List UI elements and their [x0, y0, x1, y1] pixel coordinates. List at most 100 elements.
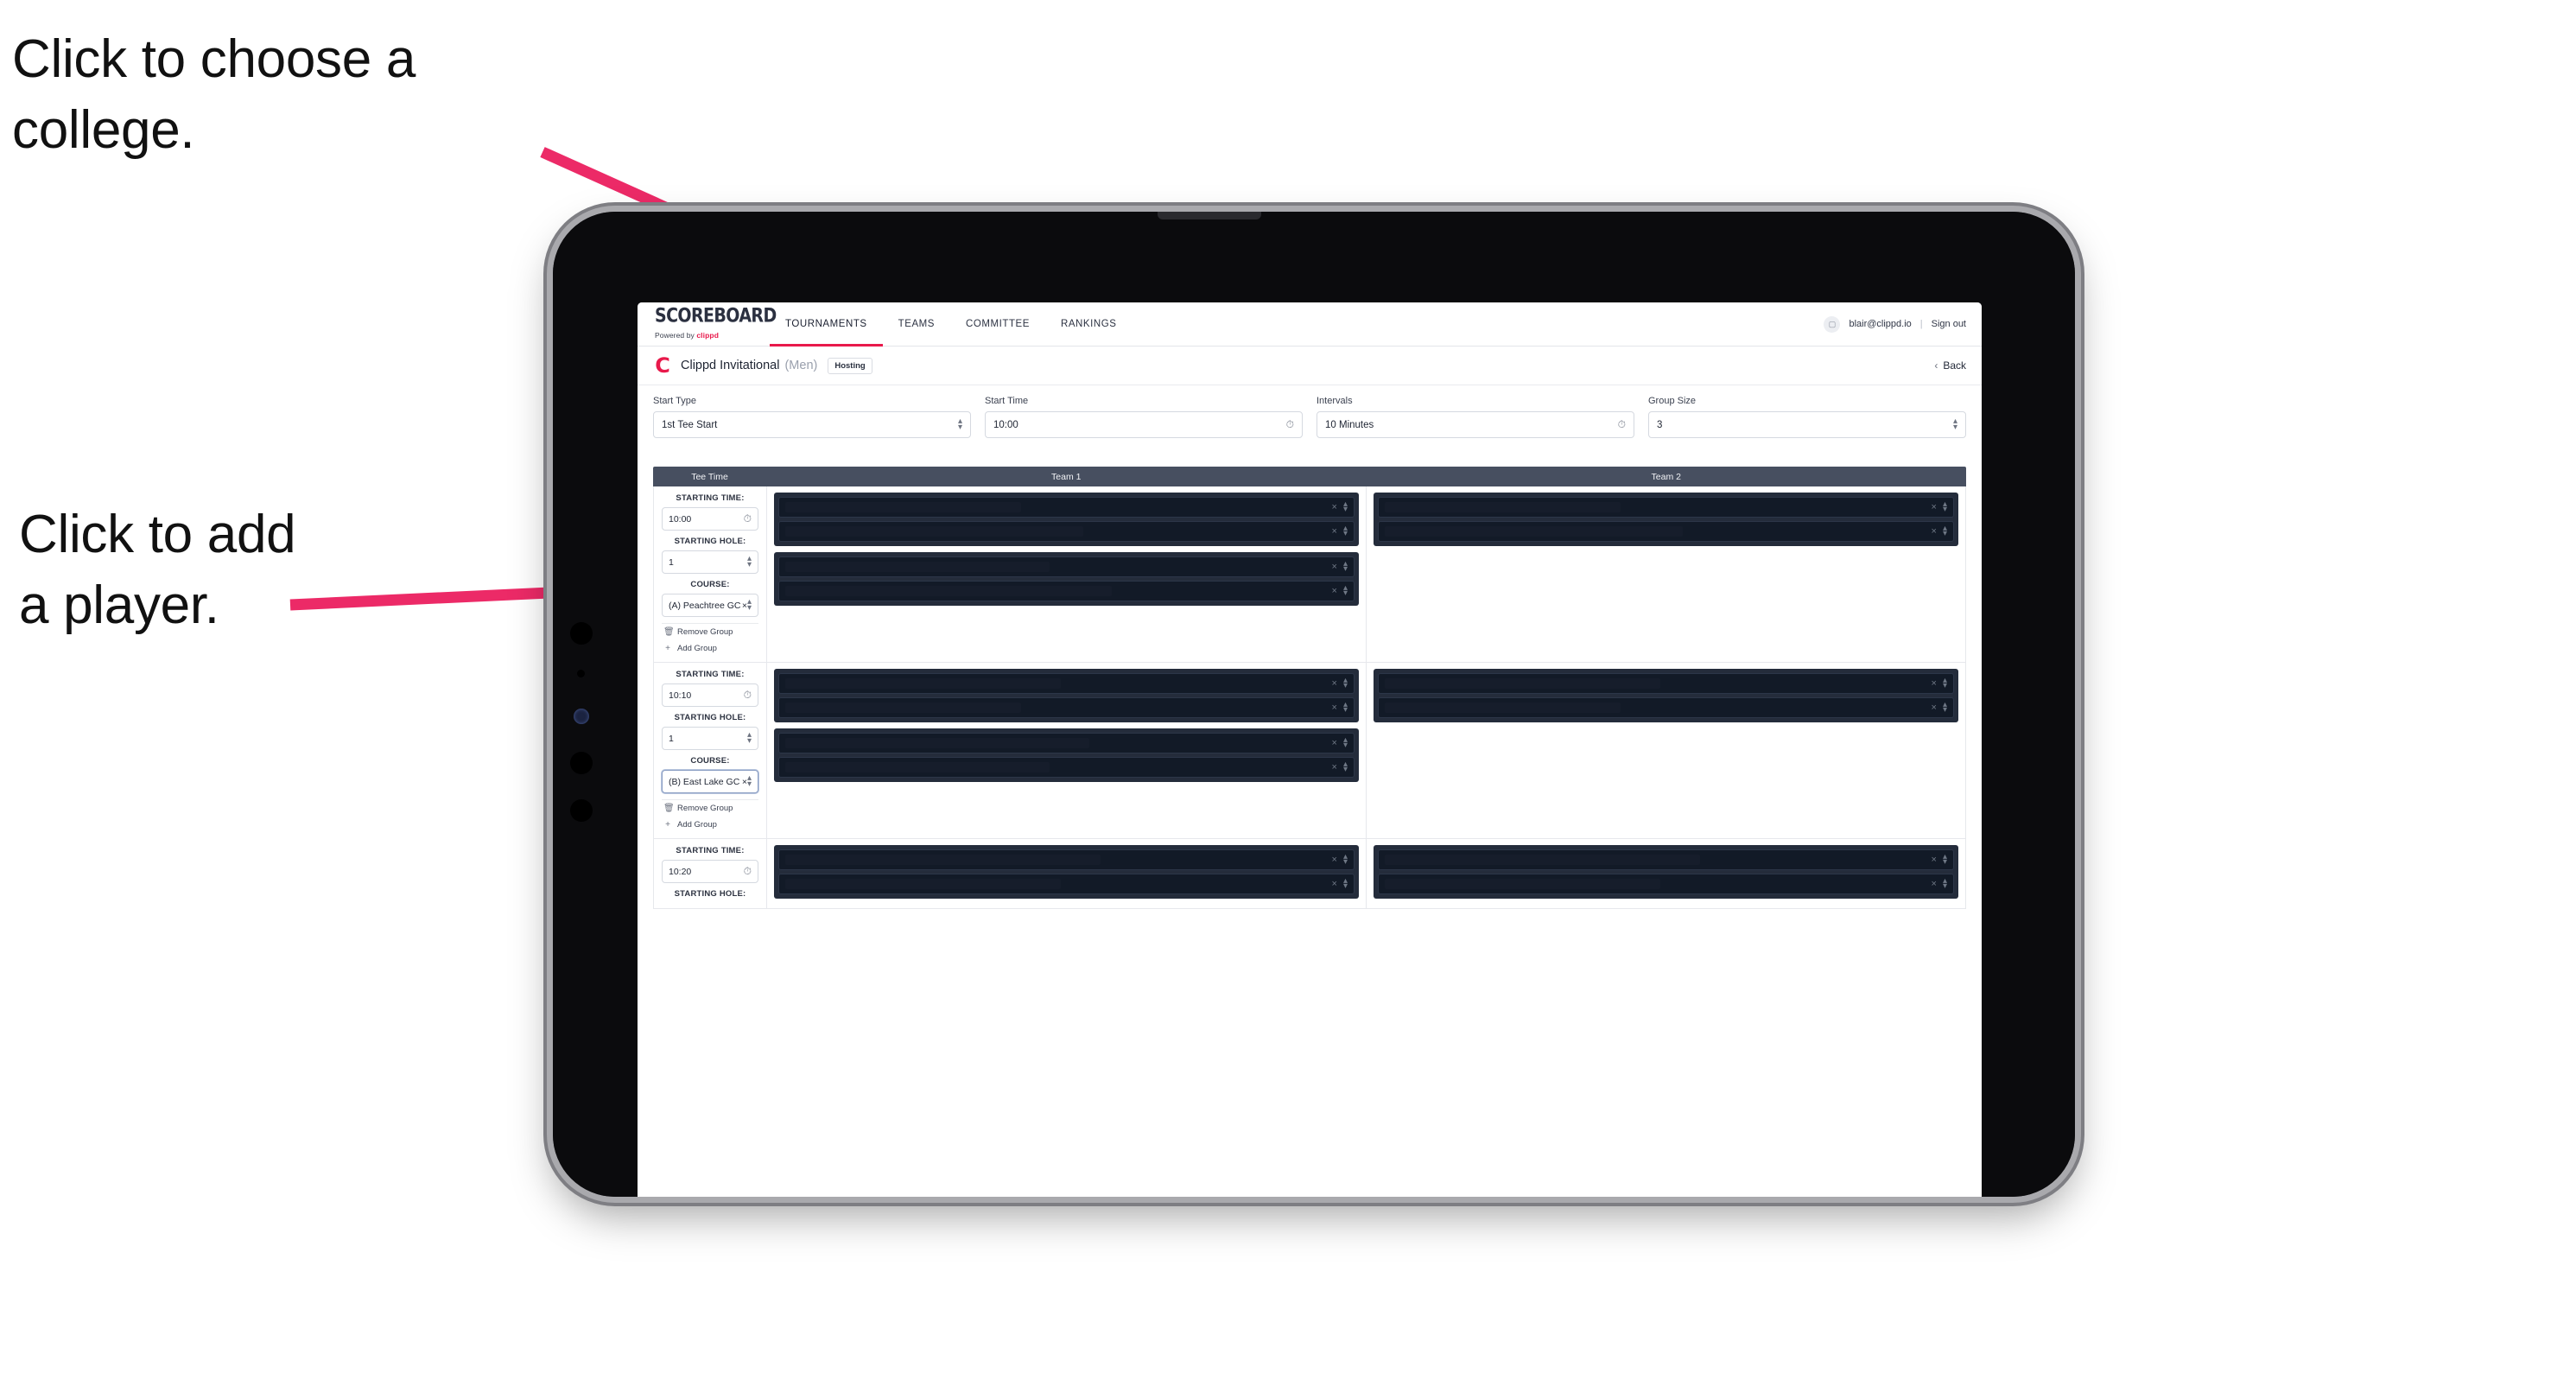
- intervals-input[interactable]: 10 Minutes ⏱: [1317, 411, 1634, 438]
- redacted-player-name: [1385, 879, 1660, 889]
- stepper-icon[interactable]: ▴ ▾: [1343, 524, 1348, 538]
- player-slot[interactable]: × ▴ ▾: [778, 733, 1355, 753]
- stepper-icon[interactable]: ▴ ▾: [1943, 499, 1947, 514]
- starting-time-input[interactable]: 10:10 ⏱: [662, 683, 758, 707]
- brand-subtitle: Powered by clippd: [655, 331, 754, 340]
- user-avatar-icon[interactable]: ▢: [1824, 315, 1841, 333]
- table-header-row: Tee Time Team 1 Team 2: [653, 467, 1966, 486]
- stepper-icon[interactable]: ▴ ▾: [1343, 499, 1348, 514]
- stepper-icon[interactable]: ▴ ▾: [747, 598, 752, 613]
- stepper-icon[interactable]: ▴ ▾: [1343, 700, 1348, 715]
- annotation-add-player: Click to add a player.: [19, 505, 296, 635]
- stepper-icon[interactable]: ▴ ▾: [747, 774, 752, 789]
- stepper-icon[interactable]: ▴ ▾: [1343, 559, 1348, 574]
- player-slot[interactable]: × ▴ ▾: [1378, 673, 1954, 694]
- course-select[interactable]: (B) East Lake GC × ▴ ▾: [662, 770, 758, 793]
- start-type-select[interactable]: 1st Tee Start ▴ ▾: [653, 411, 971, 438]
- stepper-icon[interactable]: ▴ ▾: [1343, 583, 1348, 598]
- starting-hole-input[interactable]: 1 ▴ ▾: [662, 550, 758, 574]
- clear-player-icon[interactable]: ×: [1932, 678, 1937, 689]
- starting-time-input[interactable]: 10:00 ⏱: [662, 507, 758, 531]
- player-slot[interactable]: × ▴ ▾: [778, 556, 1355, 577]
- start-time-input[interactable]: 10:00 ⏱: [985, 411, 1303, 438]
- player-slot[interactable]: × ▴ ▾: [778, 849, 1355, 870]
- field-start-type: Start Type 1st Tee Start ▴ ▾: [653, 396, 971, 438]
- stepper-icon[interactable]: ▴ ▾: [747, 731, 752, 746]
- clear-player-icon[interactable]: ×: [1332, 586, 1337, 596]
- redacted-player-name: [1385, 526, 1684, 537]
- player-slot[interactable]: × ▴ ▾: [778, 874, 1355, 894]
- starting-hole-input[interactable]: 1 ▴ ▾: [662, 727, 758, 750]
- nav-account-area: ▢ blair@clippd.io | Sign out: [1824, 302, 1982, 346]
- bezel-sensor3-icon: [570, 799, 593, 822]
- back-button[interactable]: ‹ Back: [1934, 359, 1966, 372]
- stepper-icon[interactable]: ▴ ▾: [1943, 524, 1947, 538]
- team1-slot-group: × ▴ ▾ × ▴ ▾: [774, 552, 1359, 606]
- team2-column: × ▴ ▾ × ▴ ▾: [1367, 663, 1965, 838]
- clear-player-icon[interactable]: ×: [1332, 678, 1337, 689]
- clear-player-icon[interactable]: ×: [1332, 879, 1337, 889]
- field-start-type-label: Start Type: [653, 396, 696, 406]
- remove-group-button[interactable]: 🗑 Remove Group: [662, 799, 758, 817]
- add-group-button[interactable]: + Add Group: [662, 640, 758, 657]
- group-size-stepper[interactable]: 3 ▴ ▾: [1648, 411, 1966, 438]
- sign-out-link[interactable]: Sign out: [1932, 319, 1966, 329]
- team2-slot-group: × ▴ ▾ × ▴ ▾: [1374, 669, 1958, 722]
- remove-group-button[interactable]: 🗑 Remove Group: [662, 623, 758, 640]
- player-slot[interactable]: × ▴ ▾: [1378, 697, 1954, 718]
- player-slot[interactable]: × ▴ ▾: [1378, 497, 1954, 518]
- group-actions: 🗑 Remove Group + Add Group: [662, 799, 758, 833]
- player-slot[interactable]: × ▴ ▾: [1378, 849, 1954, 870]
- redacted-player-name: [785, 703, 1022, 713]
- tee-time-group: STARTING TIME: 10:10 ⏱ STARTING HOLE: 1 ▴ ▾ COU…: [654, 663, 1965, 839]
- stepper-icon[interactable]: ▴ ▾: [1343, 760, 1348, 774]
- player-slot[interactable]: × ▴ ▾: [1378, 521, 1954, 542]
- stepper-icon[interactable]: ▴ ▾: [1343, 676, 1348, 690]
- player-slot[interactable]: × ▴ ▾: [778, 497, 1355, 518]
- stepper-icon[interactable]: ▴ ▾: [1943, 700, 1947, 715]
- clear-player-icon[interactable]: ×: [1332, 762, 1337, 772]
- stepper-icon[interactable]: ▴ ▾: [1943, 676, 1947, 690]
- stepper-icon[interactable]: ▴ ▾: [1343, 876, 1348, 891]
- course-select[interactable]: (A) Peachtree GC × ▴ ▾: [662, 594, 758, 617]
- clear-player-icon[interactable]: ×: [1332, 855, 1337, 865]
- clear-player-icon[interactable]: ×: [1932, 855, 1937, 865]
- clear-player-icon[interactable]: ×: [1332, 502, 1337, 512]
- nav-item-committee[interactable]: COMMITTEE: [950, 302, 1045, 346]
- redacted-player-name: [785, 678, 1061, 689]
- stepper-icon[interactable]: ▴ ▾: [1943, 852, 1947, 867]
- player-slot[interactable]: × ▴ ▾: [778, 521, 1355, 542]
- player-slot[interactable]: × ▴ ▾: [778, 757, 1355, 778]
- chevron-left-icon: ‹: [1934, 359, 1938, 372]
- nav-item-tournaments[interactable]: TOURNAMENTS: [770, 302, 883, 346]
- clear-player-icon[interactable]: ×: [1932, 879, 1937, 889]
- clear-player-icon[interactable]: ×: [1332, 703, 1337, 713]
- trash-icon: 🗑: [663, 804, 675, 813]
- stepper-icon[interactable]: ▴ ▾: [747, 555, 752, 569]
- bezel-notch: [1158, 212, 1261, 219]
- stepper-icon[interactable]: ▴ ▾: [1943, 876, 1947, 891]
- clear-player-icon[interactable]: ×: [1332, 562, 1337, 572]
- player-slot[interactable]: × ▴ ▾: [1378, 874, 1954, 894]
- team2-slot-group: × ▴ ▾ × ▴ ▾: [1374, 493, 1958, 546]
- brand-logo[interactable]: SCOREBOARD Powered by clippd: [638, 302, 777, 346]
- player-slot[interactable]: × ▴ ▾: [778, 581, 1355, 601]
- stepper-icon[interactable]: ▴ ▾: [1343, 852, 1348, 867]
- course-label: COURSE:: [690, 756, 730, 766]
- starting-time-input[interactable]: 10:20 ⏱: [662, 860, 758, 883]
- tee-time-group: STARTING TIME: 10:00 ⏱ STARTING HOLE: 1 ▴ ▾ COU…: [654, 486, 1965, 663]
- tee-sheet-scroll-region[interactable]: Tee Time Team 1 Team 2 STARTING TIME: 10:…: [638, 467, 1982, 1197]
- player-slot[interactable]: × ▴ ▾: [778, 673, 1355, 694]
- clear-player-icon[interactable]: ×: [1932, 703, 1937, 713]
- stepper-icon[interactable]: ▴ ▾: [1343, 735, 1348, 750]
- clear-player-icon[interactable]: ×: [1332, 526, 1337, 537]
- clear-player-icon[interactable]: ×: [1332, 738, 1337, 748]
- add-group-button[interactable]: + Add Group: [662, 817, 758, 833]
- clear-player-icon[interactable]: ×: [1932, 526, 1937, 537]
- nav-item-rankings[interactable]: RANKINGS: [1045, 302, 1132, 346]
- top-navigation-bar: SCOREBOARD Powered by clippd TOURNAMENTS…: [638, 302, 1982, 346]
- nav-item-teams[interactable]: TEAMS: [883, 302, 950, 346]
- player-slot[interactable]: × ▴ ▾: [778, 697, 1355, 718]
- clear-player-icon[interactable]: ×: [1932, 502, 1937, 512]
- stepper-icon: ▴ ▾: [957, 416, 962, 432]
